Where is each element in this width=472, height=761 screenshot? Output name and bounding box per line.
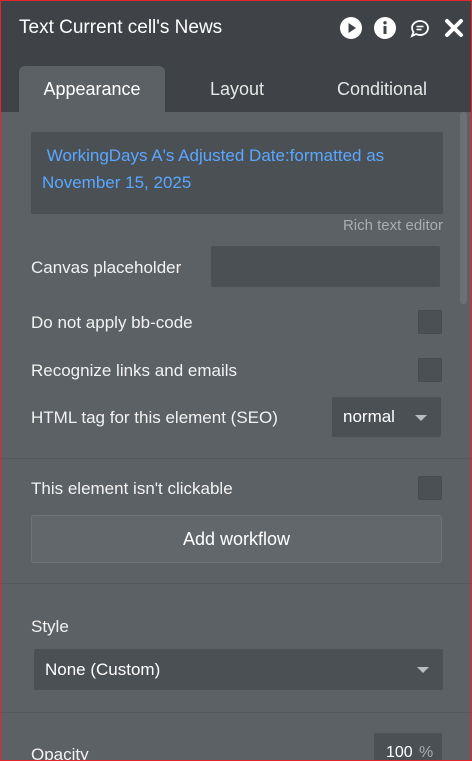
opacity-label: Opacity: [31, 745, 89, 761]
divider: [1, 712, 471, 713]
recognize-links-label: Recognize links and emails: [31, 361, 237, 380]
not-clickable-label: This element isn't clickable: [31, 479, 233, 498]
opacity-value: 100: [386, 744, 413, 761]
html-tag-label: HTML tag for this element (SEO): [31, 408, 278, 427]
canvas-placeholder-label: Canvas placeholder: [31, 258, 182, 277]
html-tag-select[interactable]: normal: [332, 397, 441, 437]
text-content-field[interactable]: WorkingDays A's Adjusted Date:formatted …: [31, 132, 443, 214]
chevron-down-icon: [417, 667, 429, 673]
property-editor-panel: Text Current cell's News Appearance Layo…: [0, 0, 472, 761]
style-label: Style: [31, 617, 69, 636]
dynamic-expression-text[interactable]: WorkingDays A's Adjusted Date:formatted …: [42, 142, 434, 196]
panel-title: Text Current cell's News: [19, 17, 223, 38]
tab-bar: Appearance Layout Conditional: [1, 56, 471, 112]
divider: [1, 583, 471, 584]
bbcode-label: Do not apply bb-code: [31, 313, 193, 332]
style-select[interactable]: None (Custom): [34, 649, 443, 690]
recognize-links-checkbox[interactable]: [418, 358, 442, 382]
divider: [1, 458, 471, 459]
play-circle-icon[interactable]: [339, 16, 363, 40]
rich-text-editor-link[interactable]: Rich text editor: [343, 217, 443, 234]
appearance-tab-content: WorkingDays A's Adjusted Date:formatted …: [1, 112, 471, 761]
tab-layout[interactable]: Layout: [181, 66, 293, 112]
bbcode-checkbox[interactable]: [418, 310, 442, 334]
info-circle-icon[interactable]: [373, 16, 397, 40]
chevron-down-icon: [415, 415, 427, 421]
add-workflow-button[interactable]: Add workflow: [31, 515, 442, 563]
panel-title-bar: Text Current cell's News: [1, 1, 471, 56]
tab-conditional[interactable]: Conditional: [319, 66, 445, 112]
not-clickable-checkbox[interactable]: [418, 476, 442, 500]
comment-icon[interactable]: [408, 16, 432, 40]
style-value: None (Custom): [45, 660, 161, 679]
close-icon[interactable]: [442, 16, 466, 40]
tab-appearance[interactable]: Appearance: [19, 66, 165, 112]
opacity-input[interactable]: 100 %: [374, 733, 442, 761]
html-tag-value: normal: [343, 407, 395, 426]
canvas-placeholder-input[interactable]: [211, 246, 440, 287]
scrollbar[interactable]: [460, 112, 467, 304]
opacity-unit: %: [419, 744, 434, 761]
